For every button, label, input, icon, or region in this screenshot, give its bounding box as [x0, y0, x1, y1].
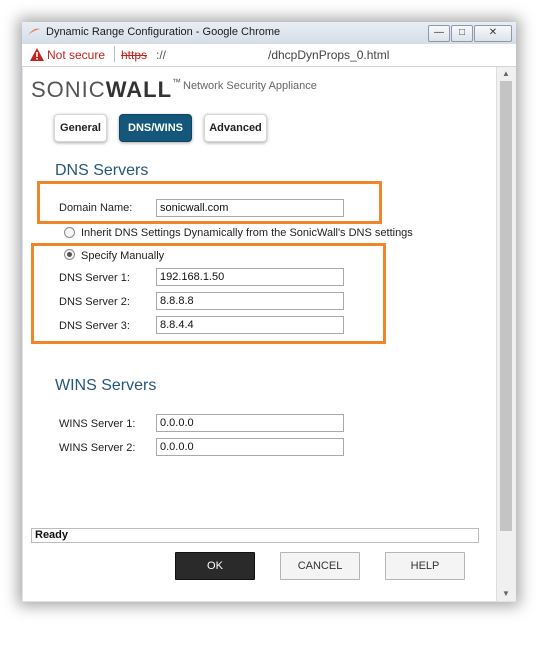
dns-server-2-input[interactable] — [156, 292, 344, 310]
url-separator: :// — [156, 48, 167, 62]
restore-button[interactable]: □ — [451, 25, 473, 42]
tab-dns-wins[interactable]: DNS/WINS — [119, 114, 192, 142]
wins-server-2-input[interactable] — [156, 438, 344, 456]
domain-name-input[interactable] — [156, 199, 344, 217]
scroll-thumb[interactable] — [500, 81, 512, 531]
logo-suffix: WALL — [105, 77, 173, 102]
product-tagline: Network Security Appliance — [183, 80, 317, 92]
window-titlebar[interactable]: Dynamic Range Configuration - Google Chr… — [22, 22, 516, 45]
cancel-button[interactable]: CANCEL — [280, 552, 360, 580]
window-title: Dynamic Range Configuration - Google Chr… — [46, 26, 281, 38]
status-bar: Ready — [31, 528, 479, 543]
domain-name-label: Domain Name: — [59, 202, 133, 214]
close-button[interactable]: ✕ — [474, 25, 512, 42]
wins-server-1-input[interactable] — [156, 414, 344, 432]
inherit-dns-radio[interactable] — [64, 227, 75, 238]
url-path: /dhcpDynProps_0.html — [268, 48, 390, 62]
not-secure-label[interactable]: Not secure — [47, 48, 105, 62]
scroll-down-arrow-icon[interactable]: ▼ — [502, 589, 510, 598]
wins-server-2-label: WINS Server 2: — [59, 442, 136, 454]
minimize-button[interactable]: — — [428, 25, 450, 42]
specify-manually-label[interactable]: Specify Manually — [81, 250, 164, 262]
trademark-mark: ™ — [172, 77, 183, 87]
scroll-up-arrow-icon[interactable]: ▲ — [502, 69, 510, 78]
dns-server-3-label: DNS Server 3: — [59, 320, 130, 332]
chrome-icon — [28, 28, 40, 35]
address-divider — [114, 46, 115, 62]
sonicwall-logo: SONICWALL™ — [31, 77, 182, 103]
help-button[interactable]: HELP — [385, 552, 465, 580]
dns-servers-heading: DNS Servers — [55, 162, 149, 179]
dns-server-1-label: DNS Server 1: — [59, 272, 130, 284]
logo-prefix: SONIC — [31, 77, 106, 102]
inherit-dns-label[interactable]: Inherit DNS Settings Dynamically from th… — [81, 227, 413, 239]
address-bar[interactable]: Not secure https :// /dhcpDynProps_0.htm… — [22, 44, 516, 67]
wins-server-1-label: WINS Server 1: — [59, 418, 136, 430]
warning-icon — [30, 48, 44, 61]
dns-server-1-input[interactable] — [156, 268, 344, 286]
dns-server-2-label: DNS Server 2: — [59, 296, 130, 308]
wins-servers-heading: WINS Servers — [55, 377, 157, 394]
ok-button[interactable]: OK — [175, 552, 255, 580]
specify-manually-radio[interactable] — [64, 249, 75, 260]
url-scheme: https — [121, 48, 148, 62]
vertical-scrollbar[interactable]: ▲ ▼ — [496, 67, 516, 601]
tab-advanced[interactable]: Advanced — [204, 114, 267, 142]
dialog-content: SONICWALL™ Network Security Appliance Ge… — [23, 67, 496, 601]
dns-server-3-input[interactable] — [156, 316, 344, 334]
tab-general[interactable]: General — [54, 114, 107, 142]
